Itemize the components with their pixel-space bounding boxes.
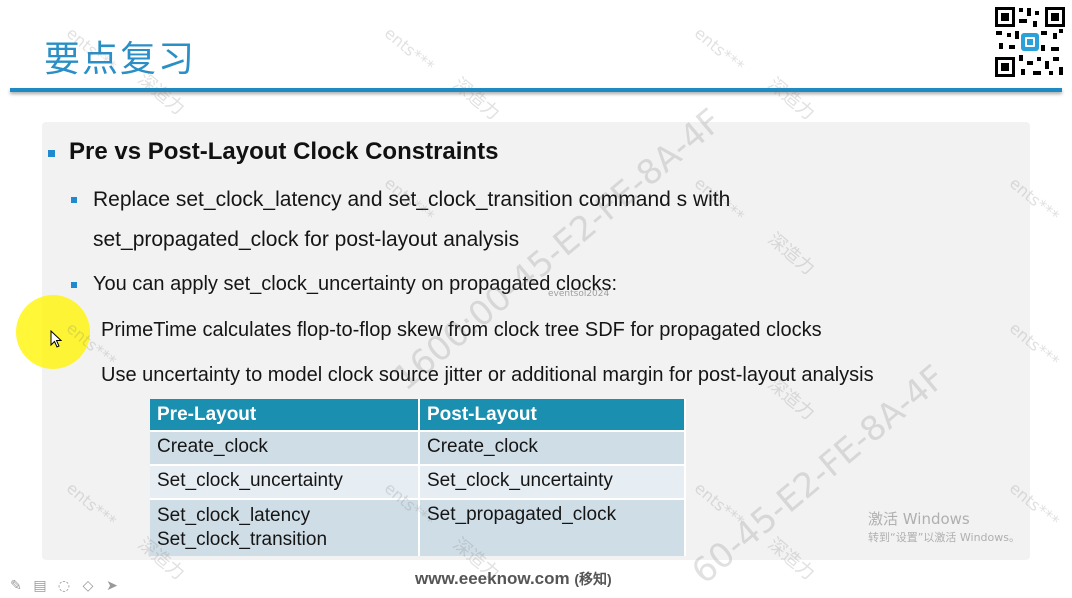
sub-bullet-text: PrimeTime calculates flop-to-flop skew f… — [101, 319, 822, 341]
pointer-icon[interactable]: ◇ — [80, 578, 96, 594]
table-header-post-layout: Post-Layout — [419, 399, 686, 431]
table-cell: Create_clock — [150, 430, 420, 465]
bullet-marker — [71, 282, 77, 288]
presenter-toolbar: ✎ ▤ ◌ ◇ ➤ — [8, 578, 120, 594]
table-cell: Set_clock_uncertainty — [150, 464, 420, 499]
watermark-text: ents*** — [380, 23, 438, 76]
bullet-text: Replace set_clock_latency and set_clock_… — [93, 188, 731, 211]
qr-code-icon — [993, 5, 1067, 79]
bullet-marker — [71, 197, 77, 203]
windows-activation-notice: 激活 Windows 转到“设置”以激活 Windows。 — [868, 508, 1020, 545]
watermark-text: ents*** — [690, 23, 748, 76]
bullet-text: set_propagated_clock for post-layout ana… — [93, 228, 520, 251]
pen-icon[interactable]: ✎ — [8, 578, 24, 594]
activation-title: 激活 Windows — [868, 510, 970, 528]
eraser-icon[interactable]: ◌ — [56, 578, 72, 594]
table-cell: Set_propagated_clock — [419, 498, 686, 556]
table-row: Set_clock_latency Set_clock_transition S… — [150, 498, 686, 556]
table-cell: Set_clock_uncertainty — [419, 464, 686, 499]
table-row: Set_clock_uncertainty Set_clock_uncertai… — [150, 464, 686, 499]
table-cell: Set_clock_latency Set_clock_transition — [150, 498, 420, 556]
table-header-row: Pre-Layout Post-Layout — [150, 399, 686, 431]
footer-url: www.eeeknow.com — [415, 569, 570, 588]
section-heading: Pre vs Post-Layout Clock Constraints — [69, 138, 499, 165]
watermark-text: 深造力 — [763, 73, 819, 125]
bullet-marker — [48, 150, 55, 157]
mouse-cursor-icon — [50, 329, 63, 352]
slide-title: 要点复习 — [44, 39, 197, 80]
table-header-pre-layout: Pre-Layout — [150, 399, 420, 431]
ghost-watermark: eventsol2024 — [548, 289, 610, 299]
slides-icon[interactable]: ▤ — [32, 578, 48, 594]
watermark-text: 深造力 — [448, 73, 504, 125]
bullet-text: You can apply set_clock_uncertainty on p… — [93, 273, 618, 295]
footer-suffix: (移知) — [574, 571, 612, 587]
activation-subtitle: 转到“设置”以激活 Windows。 — [868, 531, 1020, 544]
table-row: Create_clock Create_clock — [150, 430, 686, 465]
comparison-table: Pre-Layout Post-Layout Create_clock Crea… — [150, 399, 686, 556]
sub-bullet-text: Use uncertainty to model clock source ji… — [101, 364, 874, 386]
table-cell: Create_clock — [419, 430, 686, 465]
arrow-icon[interactable]: ➤ — [104, 578, 120, 594]
title-divider — [10, 88, 1062, 92]
footer-site: www.eeeknow.com (移知) — [415, 569, 612, 589]
